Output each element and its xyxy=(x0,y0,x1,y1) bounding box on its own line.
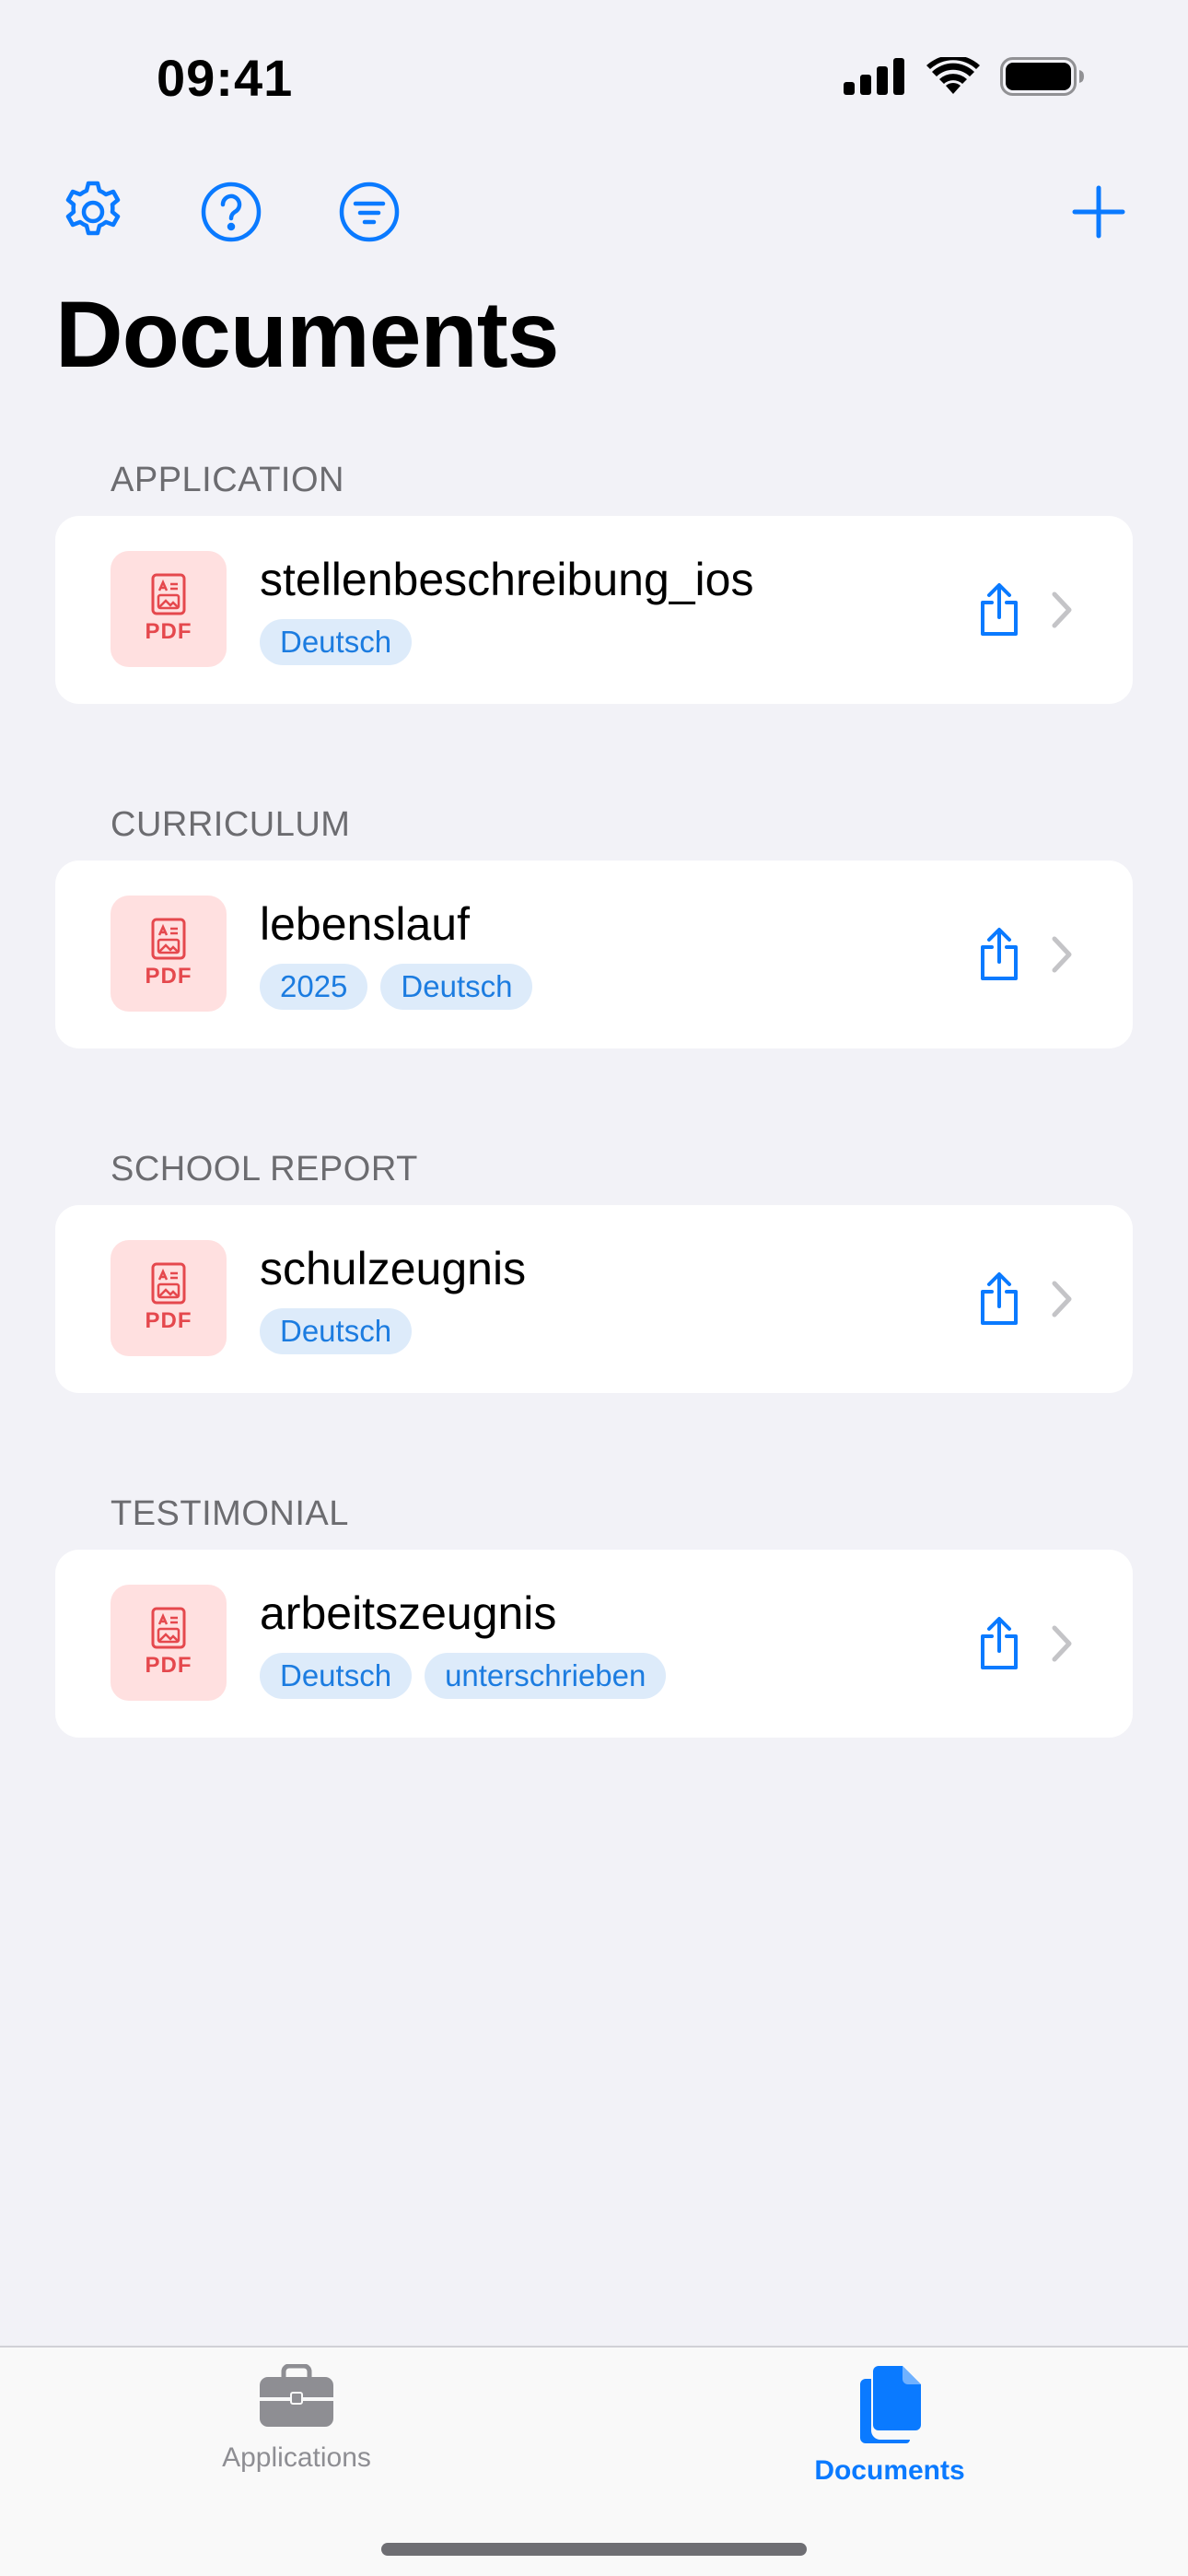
share-button[interactable] xyxy=(967,919,1031,993)
pdf-label: PDF xyxy=(145,619,192,644)
filter-button[interactable] xyxy=(328,170,411,253)
plus-icon xyxy=(1071,184,1126,240)
pdf-document-icon xyxy=(150,1262,187,1305)
cellular-signal-icon xyxy=(844,58,906,95)
pdf-document-icon xyxy=(150,1607,187,1649)
tab-label: Documents xyxy=(814,2455,965,2486)
pdf-document-icon xyxy=(150,573,187,615)
help-circle-icon xyxy=(199,180,263,244)
document-name: stellenbeschreibung_ios xyxy=(260,554,754,605)
tag-list: Deutsch xyxy=(260,1308,413,1354)
tab-label: Applications xyxy=(222,2442,371,2473)
tab-applications[interactable]: Applications xyxy=(112,2363,481,2502)
chevron-right-icon xyxy=(1052,591,1072,628)
document-row[interactable]: PDF schulzeugnis Deutsch xyxy=(55,1205,1133,1393)
documents-icon xyxy=(855,2364,925,2448)
tab-documents[interactable]: Documents xyxy=(705,2364,1074,2502)
section-header: SCHOOL REPORT xyxy=(111,1150,418,1188)
share-icon xyxy=(977,1616,1021,1676)
share-button[interactable] xyxy=(967,1609,1031,1682)
tag-list: Deutsch unterschrieben xyxy=(260,1653,667,1699)
pdf-label: PDF xyxy=(145,1308,192,1333)
tag: 2025 xyxy=(260,964,368,1010)
pdf-thumbnail: PDF xyxy=(111,551,227,667)
status-icons xyxy=(844,57,1085,96)
filter-icon xyxy=(337,180,402,244)
tag: Deutsch xyxy=(260,1308,413,1354)
pdf-thumbnail: PDF xyxy=(111,896,227,1012)
chevron-right-icon xyxy=(1052,936,1072,973)
section-header: TESTIMONIAL xyxy=(111,1494,349,1533)
share-icon xyxy=(977,1271,1021,1331)
pdf-thumbnail: PDF xyxy=(111,1240,227,1356)
pdf-label: PDF xyxy=(145,964,192,989)
help-button[interactable] xyxy=(190,170,273,253)
home-indicator xyxy=(381,2543,807,2556)
pdf-thumbnail: PDF xyxy=(111,1585,227,1701)
share-button[interactable] xyxy=(967,1264,1031,1338)
share-icon xyxy=(977,927,1021,987)
share-icon xyxy=(977,582,1021,642)
document-row[interactable]: PDF arbeitszeugnis Deutsch unterschriebe… xyxy=(55,1550,1133,1738)
tag-list: 2025 Deutsch xyxy=(260,964,533,1010)
pdf-document-icon xyxy=(150,918,187,960)
chevron-right-icon xyxy=(1052,1625,1072,1662)
pdf-label: PDF xyxy=(145,1653,192,1678)
settings-button[interactable] xyxy=(52,170,134,253)
tag-list: Deutsch xyxy=(260,619,413,665)
tab-bar: Applications Documents xyxy=(0,2346,1188,2576)
briefcase-icon xyxy=(258,2363,335,2435)
toolbar xyxy=(0,170,1188,253)
section-header: CURRICULUM xyxy=(111,805,351,844)
share-button[interactable] xyxy=(967,575,1031,649)
section-header: APPLICATION xyxy=(111,461,344,499)
add-document-button[interactable] xyxy=(1057,170,1140,253)
tag: Deutsch xyxy=(260,1653,413,1699)
document-name: schulzeugnis xyxy=(260,1243,527,1294)
document-row[interactable]: PDF stellenbeschreibung_ios Deutsch xyxy=(55,516,1133,704)
battery-icon xyxy=(1000,57,1085,96)
tag: unterschrieben xyxy=(425,1653,667,1699)
tag: Deutsch xyxy=(380,964,533,1010)
document-row[interactable]: PDF lebenslauf 2025 Deutsch xyxy=(55,861,1133,1048)
chevron-right-icon xyxy=(1052,1281,1072,1317)
page-title: Documents xyxy=(55,282,559,387)
wifi-icon xyxy=(926,57,980,96)
gear-icon xyxy=(61,180,125,244)
tag: Deutsch xyxy=(260,619,413,665)
document-name: lebenslauf xyxy=(260,898,470,950)
status-time: 09:41 xyxy=(157,49,294,107)
status-bar: 09:41 xyxy=(0,0,1188,157)
document-name: arbeitszeugnis xyxy=(260,1587,557,1639)
documents-screen: 09:41 Documents APPLICATION PDF stellenb… xyxy=(0,0,1188,2576)
